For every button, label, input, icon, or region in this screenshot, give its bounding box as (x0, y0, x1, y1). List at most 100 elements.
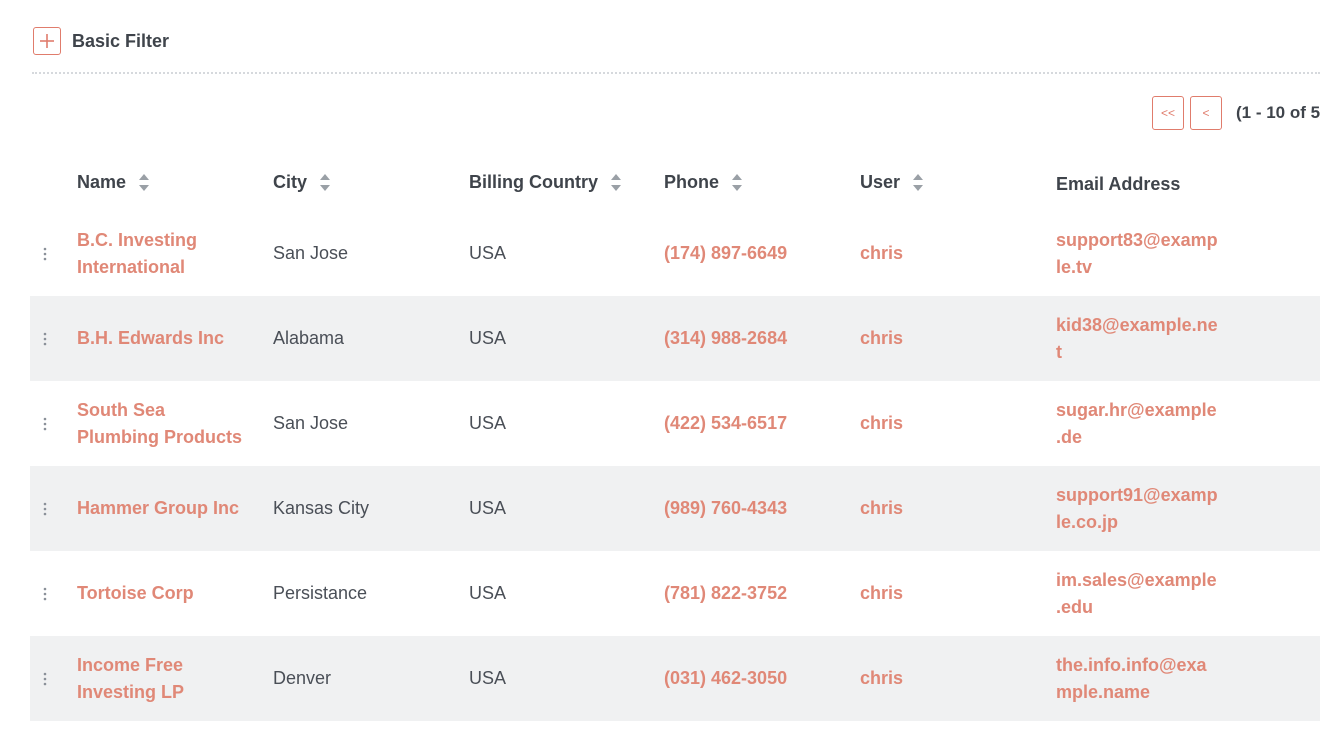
column-header-label: Billing Country (469, 171, 598, 192)
email-line: le.co.jp (1056, 511, 1119, 532)
email-link[interactable]: sugar.hr@example .de (1056, 381, 1236, 466)
column-header-user[interactable]: User (860, 160, 924, 204)
sort-arrows-icon[interactable] (319, 171, 331, 193)
table-row: B.C. Investing International San Jose USA… (30, 211, 1320, 296)
column-header-label: City (273, 171, 308, 192)
column-header-email: Email Address (1056, 162, 1180, 206)
column-header-label: Name (77, 171, 127, 192)
city-cell: San Jose (273, 413, 349, 433)
account-name-link[interactable]: B.C. Investing International (77, 211, 257, 296)
column-header-phone[interactable]: Phone (664, 160, 743, 204)
table-header: Name City Billing Country Phone User Ema… (30, 160, 1320, 204)
account-name-line: Hammer Group Inc (77, 498, 240, 518)
basic-filter-label[interactable]: Basic Filter (72, 31, 169, 52)
email-line: .de (1056, 426, 1083, 447)
account-name-line: South Sea (77, 399, 166, 420)
account-name-line: Investing LP (77, 681, 185, 702)
add-filter-button[interactable] (33, 27, 61, 55)
email-link[interactable]: the.info.info@exa mple.name (1056, 636, 1236, 721)
sort-arrows-icon[interactable] (731, 171, 743, 193)
account-name-link[interactable]: B.H. Edwards Inc (77, 296, 257, 381)
account-name-link[interactable]: Hammer Group Inc (77, 466, 257, 551)
column-header-name[interactable]: Name (77, 160, 150, 204)
city-cell: Persistance (273, 583, 368, 603)
country-cell: USA (469, 243, 507, 263)
email-line: sugar.hr@example (1056, 399, 1217, 420)
email-link[interactable]: support83@examp le.tv (1056, 211, 1236, 296)
email-line: the.info.info@exa (1056, 654, 1207, 675)
row-drag-handle[interactable] (40, 381, 50, 466)
email-line: le.tv (1056, 256, 1093, 277)
vertical-dots-icon (43, 587, 47, 600)
list-view: Basic Filter << < (1 - 10 of 5 Name City… (0, 0, 1320, 732)
account-name-line: Plumbing Products (77, 426, 243, 447)
plus-icon (40, 34, 54, 48)
email-link[interactable]: im.sales@example .edu (1056, 551, 1236, 636)
user-link[interactable]: chris (860, 381, 1020, 466)
email-line: mple.name (1056, 681, 1151, 702)
first-page-button[interactable]: << (1152, 96, 1184, 130)
country-cell: USA (469, 498, 507, 518)
sort-arrows-icon[interactable] (912, 171, 924, 193)
email-line: kid38@example.ne (1056, 314, 1218, 335)
phone-link[interactable]: (031) 462-3050 (664, 636, 844, 721)
table-row: B.H. Edwards Inc Alabama USA (314) 988-2… (30, 296, 1320, 381)
phone-link[interactable]: (422) 534-6517 (664, 381, 844, 466)
account-name-line: Tortoise Corp (77, 583, 194, 603)
row-drag-handle[interactable] (40, 211, 50, 296)
email-link[interactable]: support91@examp le.co.jp (1056, 466, 1236, 551)
account-name-line: B.H. Edwards Inc (77, 328, 225, 348)
email-line: support91@examp (1056, 484, 1218, 505)
phone-link[interactable]: (989) 760-4343 (664, 466, 844, 551)
user-link[interactable]: chris (860, 636, 1020, 721)
account-name-link[interactable]: Tortoise Corp (77, 551, 257, 636)
vertical-dots-icon (43, 417, 47, 430)
prev-page-button[interactable]: < (1190, 96, 1222, 130)
email-line: support83@examp (1056, 229, 1218, 250)
table-row: Income Free Investing LP Denver USA (031)… (30, 636, 1320, 721)
account-name-link[interactable]: Income Free Investing LP (77, 636, 257, 721)
city-cell: Denver (273, 668, 332, 688)
page-range-info: (1 - 10 of 5 (1236, 103, 1320, 122)
vertical-dots-icon (43, 247, 47, 260)
vertical-dots-icon (43, 332, 47, 345)
filter-divider (32, 72, 1320, 74)
column-header-label: Email Address (1056, 173, 1181, 194)
table-row: South Sea Plumbing Products San Jose USA … (30, 381, 1320, 466)
account-name-line: Income Free (77, 654, 184, 675)
phone-link[interactable]: (781) 822-3752 (664, 551, 844, 636)
sort-arrows-icon[interactable] (138, 171, 150, 193)
row-drag-handle[interactable] (40, 466, 50, 551)
table-row: Hammer Group Inc Kansas City USA (989) 7… (30, 466, 1320, 551)
column-header-label: Phone (664, 171, 720, 192)
email-link[interactable]: kid38@example.ne t (1056, 296, 1236, 381)
email-line: .edu (1056, 596, 1094, 617)
row-drag-handle[interactable] (40, 636, 50, 721)
vertical-dots-icon (43, 672, 47, 685)
phone-link[interactable]: (174) 897-6649 (664, 211, 844, 296)
account-name-line: B.C. Investing (77, 229, 198, 250)
country-cell: USA (469, 413, 507, 433)
sort-arrows-icon[interactable] (610, 171, 622, 193)
row-drag-handle[interactable] (40, 296, 50, 381)
city-cell: Alabama (273, 328, 345, 348)
user-link[interactable]: chris (860, 551, 1020, 636)
table-body: B.C. Investing International San Jose USA… (30, 211, 1320, 721)
column-header-billing-country[interactable]: Billing Country (469, 160, 622, 204)
user-link[interactable]: chris (860, 211, 1020, 296)
city-cell: San Jose (273, 243, 349, 263)
column-header-city[interactable]: City (273, 160, 331, 204)
user-link[interactable]: chris (860, 466, 1020, 551)
email-line: t (1056, 341, 1062, 362)
filter-bar: Basic Filter (33, 26, 169, 56)
account-name-link[interactable]: South Sea Plumbing Products (77, 381, 257, 466)
country-cell: USA (469, 328, 507, 348)
user-link[interactable]: chris (860, 296, 1020, 381)
pagination: << < (1 - 10 of 5 (1152, 96, 1320, 130)
row-drag-handle[interactable] (40, 551, 50, 636)
phone-link[interactable]: (314) 988-2684 (664, 296, 844, 381)
table-row: Tortoise Corp Persistance USA (781) 822-… (30, 551, 1320, 636)
city-cell: Kansas City (273, 498, 370, 518)
email-line: im.sales@example (1056, 569, 1217, 590)
country-cell: USA (469, 668, 507, 688)
